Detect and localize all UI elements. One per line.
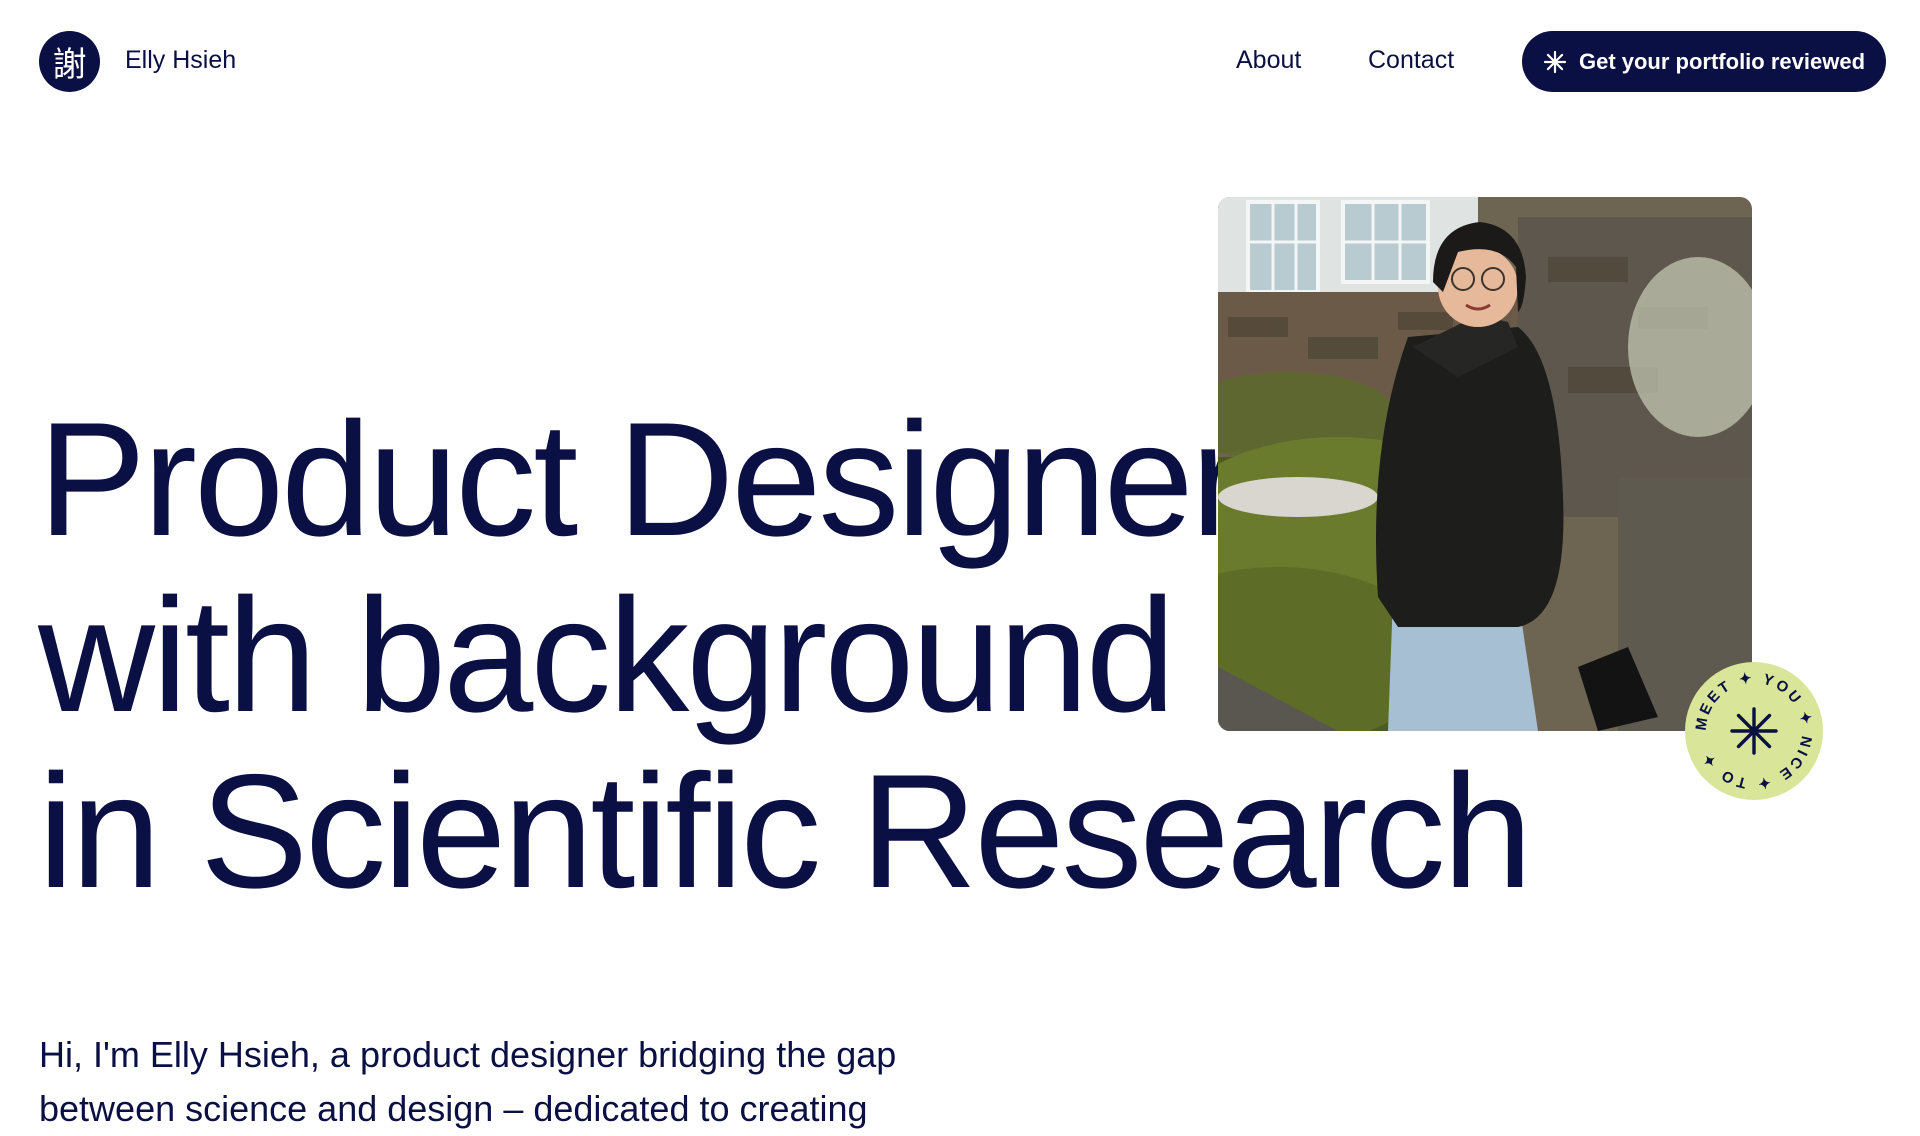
portrait-photo: [1218, 197, 1752, 731]
nav-about-link[interactable]: About: [1236, 46, 1301, 75]
intro-paragraph: Hi, I'm Elly Hsieh, a product designer b…: [39, 1034, 897, 1129]
brand-name[interactable]: Elly Hsieh: [125, 46, 236, 75]
headline-line-3: in Scientific Research: [38, 741, 1533, 922]
logo-mark[interactable]: 謝: [39, 31, 100, 92]
site-header: 謝 Elly Hsieh About Contact Get your port…: [0, 0, 1920, 124]
portfolio-review-button[interactable]: Get your portfolio reviewed: [1522, 31, 1886, 92]
sparkle-icon: [1543, 50, 1567, 73]
meet-badge: MEET ✦ YOU ✦ NICE ✦ TO ✦: [1685, 662, 1823, 800]
portfolio-review-label: Get your portfolio reviewed: [1578, 48, 1866, 74]
badge-asterisk-icon: [1730, 707, 1778, 755]
nav-contact-link[interactable]: Contact: [1368, 46, 1454, 75]
